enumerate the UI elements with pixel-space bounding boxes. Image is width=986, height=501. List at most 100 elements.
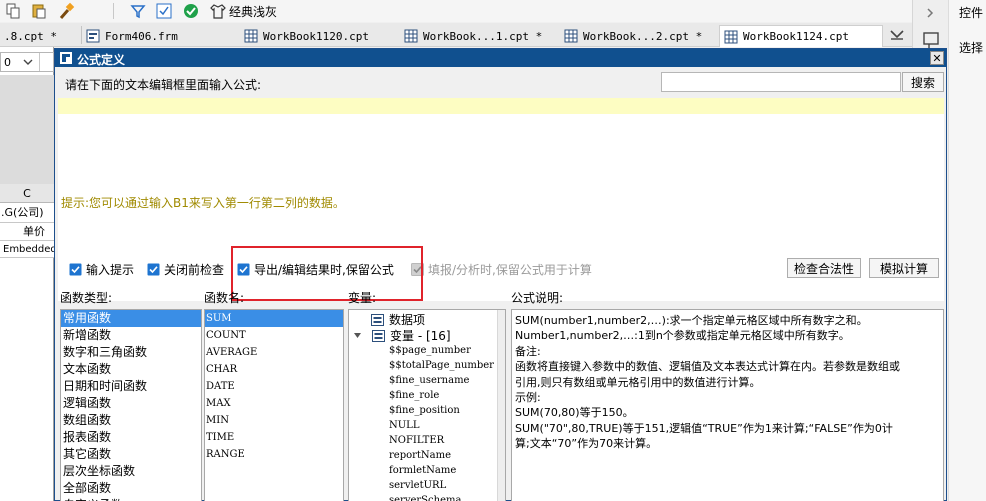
simulate-button[interactable]: 模拟计算 (869, 258, 939, 278)
tab-label: WorkBook...2.cpt * (583, 29, 703, 43)
checkbox-checked-icon (147, 263, 160, 276)
close-button[interactable]: ✕ (930, 51, 944, 65)
function-type-item[interactable]: 新增函数 (61, 327, 201, 344)
chevron-down-icon (23, 59, 33, 65)
function-type-item[interactable]: 日期和时间函数 (61, 378, 201, 395)
variable-item[interactable]: $$totalPage_number (389, 358, 494, 373)
variable-item[interactable]: $fine_position (389, 403, 494, 418)
function-type-item[interactable]: 层次坐标函数 (61, 463, 201, 480)
function-type-list: 常用函数 新增函数 数字和三角函数 文本函数 日期和时间函数 逻辑函数 数组函数 报表函数 其它… (60, 309, 202, 501)
function-name-item[interactable]: TIME (205, 429, 343, 446)
column-header-c[interactable]: C (0, 184, 54, 203)
button-label: 检查合法性 (793, 261, 854, 276)
function-name-list: SUM COUNT AVERAGE CHAR DATE MAX MIN TIME RANGE (204, 309, 344, 501)
button-label: 模拟计算 (879, 261, 928, 276)
copy-icon[interactable] (4, 2, 22, 20)
function-name-item[interactable]: COUNT (205, 327, 343, 344)
description-line: SUM(number1,number2,…):求一个指定单元格区域中所有数字之和… (515, 314, 868, 327)
sheet-cell[interactable]: .G(公司) (0, 203, 54, 223)
format-brush-icon[interactable] (58, 2, 76, 20)
description-line: SUM("70",80,TRUE)等于151,逻辑值“TRUE”作为1来计算;“… (515, 421, 893, 435)
check-circle-icon[interactable] (182, 2, 200, 20)
description-line: 引用,则只有数组或单元格引用中的数值进行计算。 (515, 375, 761, 389)
function-type-item[interactable]: 逻辑函数 (61, 395, 201, 412)
select-divider (39, 53, 40, 71)
description-line: 函数将直接键入参数中的数值、逻辑值及文本表达式计算在内。若参数是数组或 (515, 360, 900, 374)
function-type-item[interactable]: 其它函数 (61, 446, 201, 463)
tab-label: WorkBook1124.cpt (743, 30, 849, 43)
dialog-title-bar[interactable]: 公式定义 ✕ (55, 49, 946, 67)
document-tabbar: .8.cpt * Form406.frm WorkBook1120.cpt Wo… (0, 23, 912, 47)
checkbox-label: 输入提示 (86, 263, 135, 277)
expand-arrow-icon[interactable] (353, 331, 362, 340)
function-name-item[interactable]: SUM (205, 310, 343, 327)
paste-icon[interactable] (30, 2, 48, 20)
filter-icon[interactable] (129, 2, 147, 20)
chevron-right-icon[interactable] (925, 8, 935, 18)
function-name-item[interactable]: MAX (205, 395, 343, 412)
function-type-item[interactable]: 数字和三角函数 (61, 344, 201, 361)
panel-layout-icon[interactable] (922, 31, 940, 49)
shirt-theme-icon[interactable] (209, 2, 227, 20)
variable-item[interactable]: NULL (389, 418, 494, 433)
variable-item[interactable]: servletURL (389, 478, 494, 493)
function-type-item[interactable]: 常用函数 (61, 310, 201, 327)
variable-item[interactable]: reportName (389, 448, 494, 463)
tab-workbook-2[interactable]: WorkBook...2.cpt * (560, 25, 718, 47)
sheet-cell[interactable]: 单价 (0, 223, 54, 241)
form-icon (86, 29, 100, 43)
description-line: SUM(70,80)等于150。 (515, 406, 634, 420)
function-name-item[interactable]: DATE (205, 378, 343, 395)
tab-form406[interactable]: Form406.frm (82, 25, 238, 47)
workbook-icon (244, 29, 258, 43)
zoom-select[interactable]: 0 (0, 52, 54, 72)
search-input[interactable] (661, 72, 901, 92)
variable-item[interactable]: $$page_number (389, 343, 494, 358)
dialog-title: 公式定义 (77, 53, 126, 67)
search-button[interactable]: 搜索 (902, 72, 944, 92)
tab-list-dropdown-icon[interactable] (889, 27, 905, 41)
variable-item[interactable]: $fine_role (389, 388, 494, 403)
variable-scrollbar[interactable] (497, 310, 505, 501)
hint-text: 提示:您可以通过输入B1来写入第一行第二列的数据。 (61, 196, 345, 210)
function-type-item[interactable]: 文本函数 (61, 361, 201, 378)
cell-text: 单价 (23, 225, 45, 238)
function-type-item[interactable]: 自定义函数 (61, 497, 201, 501)
function-type-item[interactable]: 数组函数 (61, 412, 201, 429)
function-name-item[interactable]: AVERAGE (205, 344, 343, 361)
theme-label[interactable]: 经典浅灰 (229, 3, 277, 20)
checkbox-label: 关闭前检查 (164, 263, 225, 277)
variable-item[interactable]: serverSchema (389, 493, 494, 501)
input-hint-checkbox[interactable]: 输入提示 (69, 261, 134, 278)
function-name-item[interactable]: CHAR (205, 361, 343, 378)
tab-workbook1124[interactable]: WorkBook1124.cpt (719, 25, 883, 47)
highlight-annotation-box (231, 246, 423, 301)
function-name-label: 函数名: (204, 291, 245, 305)
description-line: 示例: (515, 391, 541, 405)
function-name-item[interactable]: MIN (205, 412, 343, 429)
data-check-icon[interactable] (155, 2, 173, 20)
variable-item[interactable]: NOFILTER (389, 433, 494, 448)
check-before-close-checkbox[interactable]: 关闭前检查 (147, 261, 224, 278)
close-icon: ✕ (932, 51, 942, 65)
spreadsheet-area: 0 C .G(公司) 单价 Embedded (0, 47, 54, 501)
tab-workbook-1[interactable]: WorkBook...1.cpt * (400, 25, 558, 47)
check-validity-button[interactable]: 检查合法性 (787, 258, 861, 278)
tree-group-variables[interactable]: 变量 - [16] (353, 328, 451, 343)
toolbar-separator (113, 3, 114, 19)
variable-item[interactable]: $fine_username (389, 373, 494, 388)
tree-item-data[interactable]: 数据项 (371, 312, 425, 327)
tab-workbook1120[interactable]: WorkBook1120.cpt (240, 25, 398, 47)
description-line: 算;文本“70”作为70来计算。 (515, 437, 658, 451)
function-name-item[interactable]: RANGE (205, 446, 343, 463)
tab-doc-8[interactable]: .8.cpt * (0, 25, 78, 47)
tab-label: WorkBook1120.cpt (263, 29, 369, 43)
description-line: Number1,number2,…:1到n个参数或指定单元格区域中所有数字。 (515, 329, 850, 343)
function-type-item[interactable]: 全部函数 (61, 480, 201, 497)
checkbox-checked-icon (69, 263, 82, 276)
editor-current-line (58, 98, 944, 114)
sheet-cell[interactable]: Embedded (0, 241, 54, 258)
function-type-item[interactable]: 报表函数 (61, 429, 201, 446)
variable-tree: 数据项 变量 - [16] $$page_number $$totalPage_n… (348, 309, 506, 501)
variable-item[interactable]: formletName (389, 463, 494, 478)
